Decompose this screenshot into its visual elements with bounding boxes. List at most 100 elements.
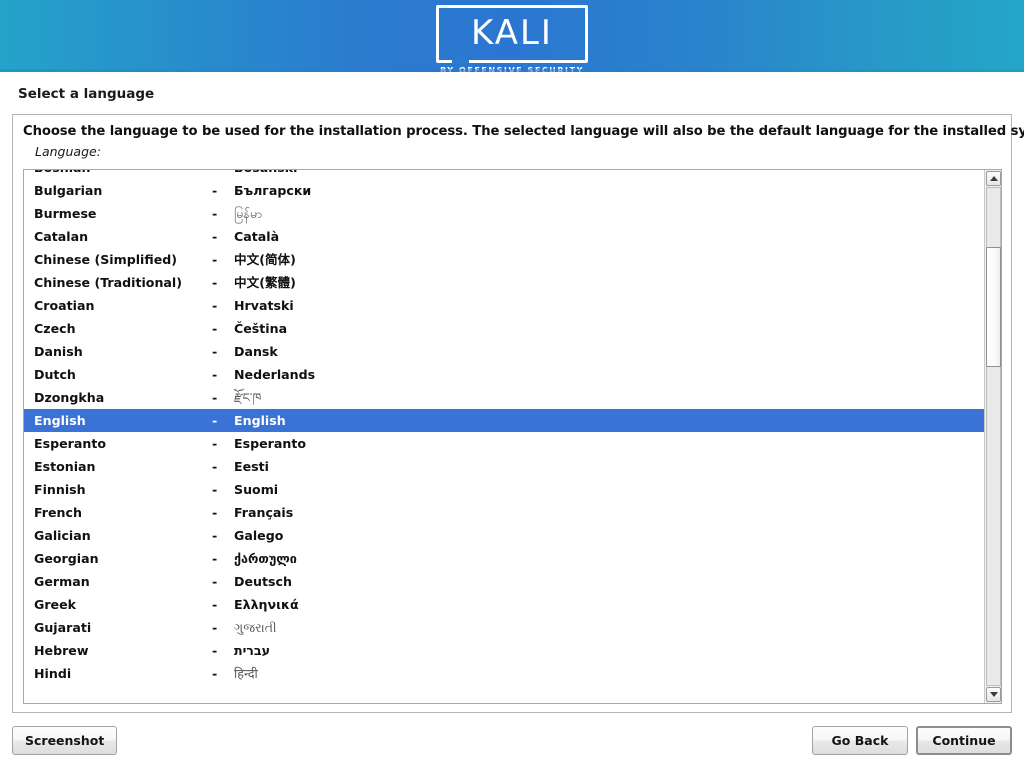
language-separator: - bbox=[212, 482, 218, 497]
language-english-name: Hebrew bbox=[34, 643, 89, 658]
language-row[interactable]: Chinese (Traditional) - 中文(繁體) bbox=[24, 271, 984, 294]
language-native-name: Galego bbox=[234, 528, 284, 543]
language-english-name: German bbox=[34, 574, 90, 589]
language-row[interactable]: Danish - Dansk bbox=[24, 340, 984, 363]
language-english-name: Gujarati bbox=[34, 620, 92, 635]
language-separator: - bbox=[212, 505, 218, 520]
kali-logo: KALI BY OFFENSIVE SECURITY bbox=[436, 5, 588, 72]
language-separator: - bbox=[212, 206, 218, 221]
language-native-name: ગુજરાતી bbox=[234, 620, 277, 635]
language-separator: - bbox=[212, 574, 218, 589]
language-field-label: Language: bbox=[35, 144, 101, 159]
language-row[interactable]: Hindi - हिन्दी bbox=[24, 662, 984, 685]
language-separator: - bbox=[212, 620, 218, 635]
panel-description: Choose the language to be used for the i… bbox=[23, 124, 1024, 139]
language-english-name: Croatian bbox=[34, 298, 95, 313]
language-native-name: Suomi bbox=[234, 482, 279, 497]
page-title: Select a language bbox=[18, 86, 155, 102]
language-row[interactable]: Catalan - Català bbox=[24, 225, 984, 248]
language-english-name: Danish bbox=[34, 344, 83, 359]
language-english-name: Esperanto bbox=[34, 436, 107, 451]
language-native-name: မြန်မာ bbox=[234, 206, 263, 221]
language-row[interactable]: Galician - Galego bbox=[24, 524, 984, 547]
language-native-name: Ελληνικά bbox=[234, 597, 299, 612]
language-separator: - bbox=[212, 321, 218, 336]
language-separator: - bbox=[212, 528, 218, 543]
language-row[interactable]: Dzongkha - རྫོང་ཁ bbox=[24, 386, 984, 409]
language-row[interactable]: Burmese - မြန်မာ bbox=[24, 202, 984, 225]
chevron-up-icon bbox=[989, 176, 998, 181]
language-separator: - bbox=[212, 344, 218, 359]
language-separator: - bbox=[212, 275, 218, 290]
kali-logo-frame: KALI bbox=[436, 5, 588, 63]
language-english-name: Chinese (Simplified) bbox=[34, 252, 178, 267]
language-row[interactable]: Estonian - Eesti bbox=[24, 455, 984, 478]
screenshot-button[interactable]: Screenshot bbox=[12, 726, 118, 755]
language-row[interactable]: English - English bbox=[24, 409, 984, 432]
language-row[interactable]: German - Deutsch bbox=[24, 570, 984, 593]
language-separator: - bbox=[212, 229, 218, 244]
language-native-name: Esperanto bbox=[234, 436, 307, 451]
language-list-scrollbar[interactable] bbox=[984, 170, 1001, 703]
language-native-name: עברית bbox=[234, 643, 270, 658]
language-english-name: Hindi bbox=[34, 666, 72, 681]
language-separator: - bbox=[212, 170, 234, 179]
language-separator: - bbox=[212, 367, 218, 382]
scroll-up-button[interactable] bbox=[986, 171, 1001, 186]
language-row[interactable]: Esperanto - Esperanto bbox=[24, 432, 984, 455]
language-english-name: English bbox=[34, 413, 86, 428]
language-english-name: French bbox=[34, 505, 82, 520]
language-row[interactable]: Georgian - ქართული bbox=[24, 547, 984, 570]
language-row[interactable]: Czech - Čeština bbox=[24, 317, 984, 340]
language-separator: - bbox=[212, 666, 218, 681]
language-english-name: Chinese (Traditional) bbox=[34, 275, 182, 290]
language-row-container: Bosnian-BosanskiBulgarian-БългарскиBurme… bbox=[24, 170, 984, 685]
language-row[interactable]: Greek - Ελληνικά bbox=[24, 593, 984, 616]
banner-underline bbox=[0, 69, 1024, 72]
language-row[interactable]: Bulgarian - Български bbox=[24, 179, 984, 202]
language-english-name: Dzongkha bbox=[34, 390, 105, 405]
installer-footer: Screenshot Go Back Continue bbox=[0, 726, 1024, 760]
language-row[interactable]: French - Français bbox=[24, 501, 984, 524]
language-english-name: Dutch bbox=[34, 367, 76, 382]
language-native-name: Hrvatski bbox=[234, 298, 294, 313]
language-list-viewport[interactable]: Bosnian-BosanskiBulgarian-БългарскиBurme… bbox=[24, 170, 984, 703]
language-separator: - bbox=[212, 597, 218, 612]
language-separator: - bbox=[212, 390, 218, 405]
language-row[interactable]: Hebrew - עברית bbox=[24, 639, 984, 662]
language-native-name: རྫོང་ཁ bbox=[234, 390, 262, 405]
language-english-name: Greek bbox=[34, 597, 77, 612]
language-separator: - bbox=[212, 413, 218, 428]
language-native-name: Català bbox=[234, 229, 280, 244]
language-separator: - bbox=[212, 459, 218, 474]
language-native-name: Français bbox=[234, 505, 294, 520]
language-english-name: Catalan bbox=[34, 229, 89, 244]
language-english-name: Galician bbox=[34, 528, 91, 543]
language-native-name: 中文(繁體) bbox=[234, 275, 296, 290]
language-native-name: Čeština bbox=[234, 321, 288, 336]
language-separator: - bbox=[212, 252, 218, 267]
language-separator: - bbox=[212, 298, 218, 313]
language-separator: - bbox=[212, 551, 218, 566]
language-native-name: 中文(简体) bbox=[234, 252, 296, 267]
language-native-name: Eesti bbox=[234, 459, 269, 474]
language-native-name: ქართული bbox=[234, 551, 297, 566]
language-english-name: Bulgarian bbox=[34, 183, 103, 198]
scroll-down-button[interactable] bbox=[986, 687, 1001, 702]
go-back-button[interactable]: Go Back bbox=[812, 726, 908, 755]
language-english-name: Burmese bbox=[34, 206, 97, 221]
scrollbar-thumb[interactable] bbox=[986, 246, 1001, 367]
language-separator: - bbox=[212, 436, 218, 451]
language-row[interactable]: Gujarati - ગુજરાતી bbox=[24, 616, 984, 639]
language-row[interactable]: Dutch - Nederlands bbox=[24, 363, 984, 386]
language-english-name: Czech bbox=[34, 321, 76, 336]
language-english-name: Estonian bbox=[34, 459, 96, 474]
language-row[interactable]: Finnish - Suomi bbox=[24, 478, 984, 501]
language-english-name: Bosnian bbox=[34, 170, 212, 179]
language-row[interactable]: Bosnian-Bosanski bbox=[24, 170, 984, 179]
continue-button[interactable]: Continue bbox=[916, 726, 1012, 755]
language-row[interactable]: Croatian - Hrvatski bbox=[24, 294, 984, 317]
language-listbox[interactable]: Bosnian-BosanskiBulgarian-БългарскиBurme… bbox=[23, 169, 1002, 704]
language-row[interactable]: Chinese (Simplified) - 中文(简体) bbox=[24, 248, 984, 271]
language-native-name: Deutsch bbox=[234, 574, 292, 589]
